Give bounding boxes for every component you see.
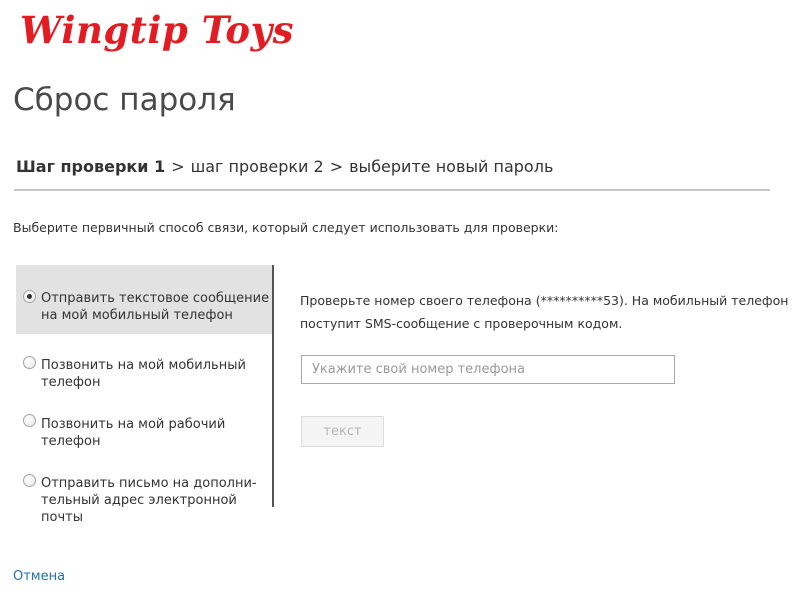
radio-unchecked-icon[interactable] (23, 414, 36, 427)
option-label-line: телефон (41, 434, 101, 449)
cancel-link[interactable]: Отмена (13, 569, 65, 584)
option-label: Отправить текстовое сообщение на мой моб… (41, 290, 271, 324)
option-label: Позвонить на мой рабочий телефон (41, 416, 271, 450)
steps-divider (14, 189, 770, 191)
option-label: Позвонить на мой мобильный телефон (41, 357, 271, 391)
verification-message: Проверьте номер своего телефона (*******… (300, 289, 790, 335)
breadcrumb-step-verification-1: Шаг проверки 1 (16, 157, 166, 176)
option-call-work[interactable]: Позвонить на мой рабочий телефон (16, 393, 272, 453)
radio-unchecked-icon[interactable] (23, 356, 36, 369)
breadcrumb-step-verification-2: шаг проверки 2 (190, 157, 324, 176)
verification-message-line: поступит SMS-сообщение с проверочным код… (300, 316, 623, 331)
option-label-line: тельный адрес электронной почты (41, 493, 237, 525)
contact-method-instruction: Выберите первичный способ связи, который… (13, 220, 559, 235)
breadcrumb-separator: > (171, 157, 185, 176)
option-label-line: Отправить письмо на дополни- (41, 476, 257, 491)
option-label: Отправить письмо на дополни- тельный адр… (41, 475, 271, 526)
option-label-line: телефон (41, 375, 101, 390)
breadcrumb-separator: > (329, 157, 344, 176)
page-title: Сброс пароля (13, 82, 236, 118)
send-text-button[interactable]: текст (301, 416, 384, 447)
option-label-line: Отправить текстовое сообщение (41, 291, 270, 306)
brand-logo: Wingtip Toys (20, 8, 294, 52)
contact-method-options: Отправить текстовое сообщение на мой моб… (16, 265, 274, 525)
option-label-line: Позвонить на мой рабочий (41, 417, 226, 432)
radio-checked-icon[interactable] (23, 290, 36, 303)
breadcrumb: Шаг проверки 1 > шаг проверки 2 > выберите н… (16, 157, 553, 176)
option-text-mobile[interactable]: Отправить текстовое сообщение на мой моб… (16, 265, 272, 334)
option-label-line: на мой мобильный телефон (41, 308, 233, 323)
option-call-mobile[interactable]: Позвонить на мой мобильный телефон (16, 334, 272, 393)
phone-number-input[interactable] (301, 355, 675, 384)
option-email-alternate[interactable]: Отправить письмо на дополни- тельный адр… (16, 453, 272, 525)
breadcrumb-step-new-password: выберите новый пароль (349, 157, 554, 176)
verification-message-line: Проверьте номер своего телефона (*******… (300, 293, 789, 308)
option-label-line: Позвонить на мой мобильный (41, 358, 246, 373)
radio-unchecked-icon[interactable] (23, 474, 36, 487)
